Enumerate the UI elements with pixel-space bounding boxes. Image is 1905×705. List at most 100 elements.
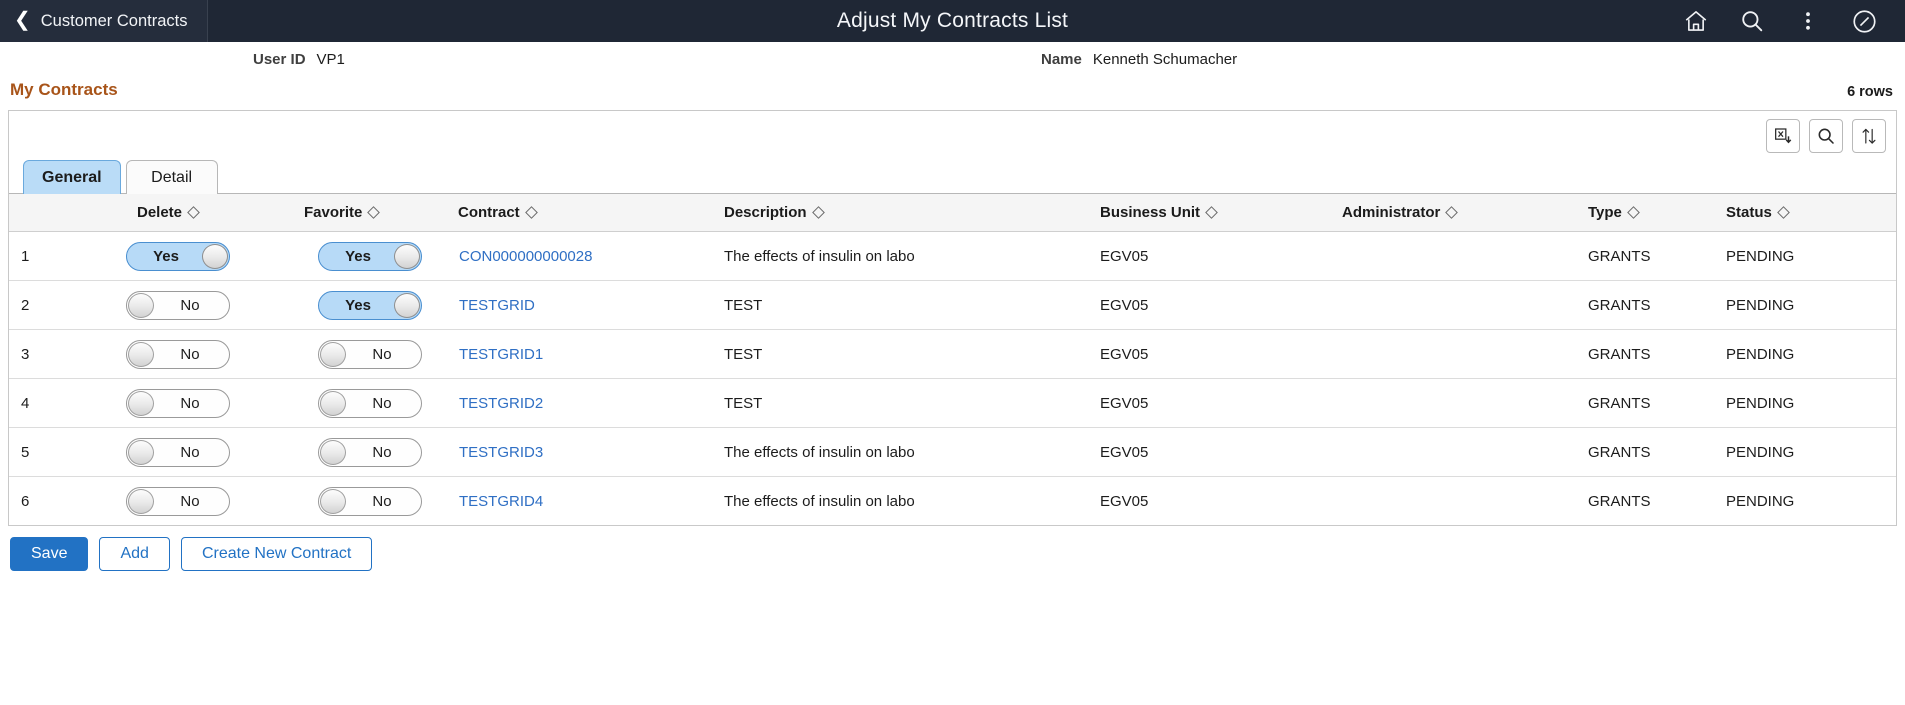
cell-status: PENDING bbox=[1716, 281, 1896, 330]
cell-status: PENDING bbox=[1716, 330, 1896, 379]
table-row: 4NoNoTESTGRID2TESTEGV05GRANTSPENDING bbox=[9, 379, 1896, 428]
cell-administrator bbox=[1332, 428, 1578, 477]
cell-delete: No bbox=[52, 330, 244, 379]
contract-link[interactable]: TESTGRID bbox=[459, 297, 535, 314]
delete-toggle[interactable]: No bbox=[126, 389, 230, 418]
cell-description: The effects of insulin on labo bbox=[710, 428, 1088, 477]
column-label-type: Type bbox=[1588, 204, 1622, 221]
add-button[interactable]: Add bbox=[99, 537, 169, 571]
cell-description: TEST bbox=[710, 379, 1088, 428]
contract-link[interactable]: TESTGRID3 bbox=[459, 444, 543, 461]
column-label-delete: Delete bbox=[137, 204, 182, 221]
search-icon[interactable] bbox=[1737, 6, 1767, 36]
toggle-knob bbox=[320, 440, 346, 465]
column-label-favorite: Favorite bbox=[304, 204, 362, 221]
sort-diamond-icon bbox=[525, 206, 538, 219]
name-label: Name bbox=[1041, 51, 1082, 68]
cell-delete: No bbox=[52, 477, 244, 526]
name-field: Name Kenneth Schumacher bbox=[1041, 51, 1237, 68]
grid-toolbar bbox=[9, 111, 1896, 160]
find-icon[interactable] bbox=[1809, 119, 1843, 153]
column-header-type[interactable]: Type bbox=[1578, 194, 1716, 232]
save-button[interactable]: Save bbox=[10, 537, 88, 571]
tab-general-label: General bbox=[42, 169, 102, 187]
cell-favorite: No bbox=[244, 379, 438, 428]
favorite-toggle[interactable]: Yes bbox=[318, 242, 422, 271]
cell-delete: No bbox=[52, 379, 244, 428]
row-count-label: 6 rows bbox=[1847, 84, 1893, 100]
delete-toggle[interactable]: No bbox=[126, 340, 230, 369]
column-header-description[interactable]: Description bbox=[710, 194, 1088, 232]
app-header: ❮ Customer Contracts Adjust My Contracts… bbox=[0, 0, 1905, 42]
cell-favorite: Yes bbox=[244, 281, 438, 330]
cell-business-unit: EGV05 bbox=[1088, 428, 1332, 477]
sort-diamond-icon bbox=[187, 206, 200, 219]
favorite-toggle[interactable]: No bbox=[318, 340, 422, 369]
cell-contract: TESTGRID bbox=[438, 281, 710, 330]
cell-type: GRANTS bbox=[1578, 428, 1716, 477]
row-number: 5 bbox=[9, 428, 52, 477]
cell-status: PENDING bbox=[1716, 379, 1896, 428]
cell-contract: TESTGRID3 bbox=[438, 428, 710, 477]
cell-favorite: No bbox=[244, 330, 438, 379]
toggle-knob bbox=[320, 391, 346, 416]
create-new-contract-button[interactable]: Create New Contract bbox=[181, 537, 372, 571]
contract-link[interactable]: TESTGRID4 bbox=[459, 493, 543, 510]
column-header-delete[interactable]: Delete bbox=[52, 194, 244, 232]
column-label-description: Description bbox=[724, 204, 807, 221]
toggle-knob bbox=[394, 244, 420, 269]
column-header-administrator[interactable]: Administrator bbox=[1332, 194, 1578, 232]
column-header-contract[interactable]: Contract bbox=[438, 194, 710, 232]
toggle-knob bbox=[320, 489, 346, 514]
tab-general[interactable]: General bbox=[23, 160, 121, 194]
cell-favorite: No bbox=[244, 428, 438, 477]
more-actions-icon[interactable] bbox=[1793, 6, 1823, 36]
toggle-label: Yes bbox=[135, 243, 197, 270]
cell-type: GRANTS bbox=[1578, 232, 1716, 281]
home-icon[interactable] bbox=[1681, 6, 1711, 36]
contract-link[interactable]: CON000000000028 bbox=[459, 248, 592, 265]
toggle-label: Yes bbox=[327, 243, 389, 270]
favorite-toggle[interactable]: No bbox=[318, 389, 422, 418]
delete-toggle[interactable]: No bbox=[126, 487, 230, 516]
cell-contract: TESTGRID4 bbox=[438, 477, 710, 526]
delete-toggle[interactable]: No bbox=[126, 291, 230, 320]
name-value: Kenneth Schumacher bbox=[1093, 51, 1237, 68]
tab-detail[interactable]: Detail bbox=[126, 160, 218, 194]
delete-toggle[interactable]: No bbox=[126, 438, 230, 467]
cell-favorite: No bbox=[244, 477, 438, 526]
contract-link[interactable]: TESTGRID1 bbox=[459, 346, 543, 363]
cell-business-unit: EGV05 bbox=[1088, 379, 1332, 428]
row-number: 3 bbox=[9, 330, 52, 379]
toggle-knob bbox=[128, 440, 154, 465]
favorite-toggle[interactable]: No bbox=[318, 438, 422, 467]
column-header-business-unit[interactable]: Business Unit bbox=[1088, 194, 1332, 232]
contracts-table: Delete Favorite Contract bbox=[9, 193, 1896, 526]
favorite-toggle[interactable]: No bbox=[318, 487, 422, 516]
toggle-label: Yes bbox=[327, 292, 389, 319]
favorite-toggle[interactable]: Yes bbox=[318, 291, 422, 320]
contract-link[interactable]: TESTGRID2 bbox=[459, 395, 543, 412]
toggle-label: No bbox=[353, 390, 411, 417]
table-body: 1YesYesCON000000000028The effects of ins… bbox=[9, 232, 1896, 526]
toggle-label: No bbox=[161, 292, 219, 319]
column-header-status[interactable]: Status bbox=[1716, 194, 1896, 232]
table-header-row: Delete Favorite Contract bbox=[9, 194, 1896, 232]
cell-delete: Yes bbox=[52, 232, 244, 281]
delete-toggle[interactable]: Yes bbox=[126, 242, 230, 271]
toggle-knob bbox=[128, 391, 154, 416]
row-number: 4 bbox=[9, 379, 52, 428]
toggle-knob bbox=[394, 293, 420, 318]
cell-contract: TESTGRID2 bbox=[438, 379, 710, 428]
back-to-customer-contracts-button[interactable]: ❮ Customer Contracts bbox=[0, 0, 208, 42]
download-to-excel-icon[interactable] bbox=[1766, 119, 1800, 153]
table-row: 1YesYesCON000000000028The effects of ins… bbox=[9, 232, 1896, 281]
sort-icon[interactable] bbox=[1852, 119, 1886, 153]
cell-type: GRANTS bbox=[1578, 477, 1716, 526]
cell-business-unit: EGV05 bbox=[1088, 232, 1332, 281]
tab-detail-label: Detail bbox=[151, 169, 192, 187]
cell-administrator bbox=[1332, 281, 1578, 330]
navbar-compass-icon[interactable] bbox=[1849, 6, 1879, 36]
column-header-favorite[interactable]: Favorite bbox=[244, 194, 438, 232]
cell-business-unit: EGV05 bbox=[1088, 330, 1332, 379]
